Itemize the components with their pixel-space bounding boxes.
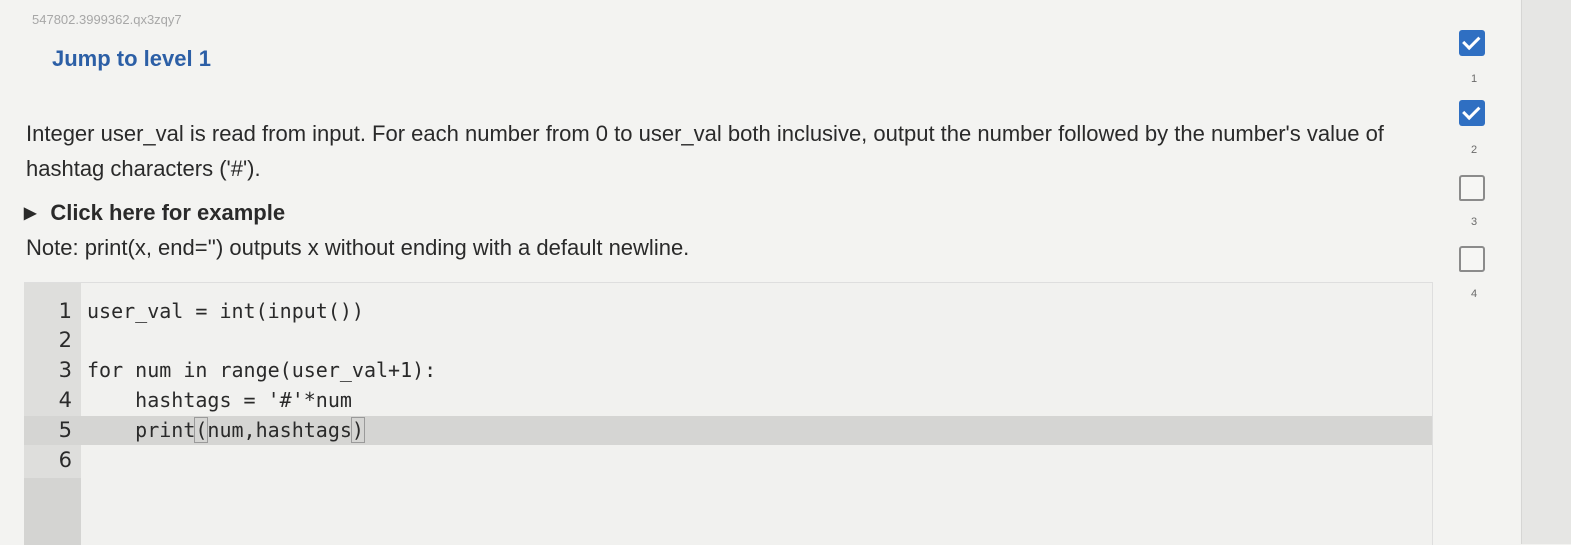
line-number: 4 <box>58 388 72 412</box>
code-segment: print <box>87 418 196 442</box>
level-number: 1 <box>1470 73 1478 85</box>
code-line-4[interactable]: 4 hashtags = '#'*num <box>24 386 1432 415</box>
right-scroll-strip <box>1521 0 1571 544</box>
code-line-3[interactable]: 3 for num in range(user_val+1): <box>24 356 1432 385</box>
checkmark-icon <box>1462 31 1481 51</box>
code-line-6[interactable]: 6 <box>24 446 1432 475</box>
line-number: 2 <box>58 328 72 352</box>
code-line-1[interactable]: 1 user_val = int(input()) <box>24 297 1432 326</box>
checkmark-icon <box>1462 101 1481 121</box>
line-code[interactable]: print(num,hashtags) <box>87 416 365 445</box>
example-toggle-label: Click here for example <box>50 200 286 225</box>
code-editor[interactable]: 1 user_val = int(input()) 2 3 for num in… <box>24 282 1433 545</box>
line-code[interactable]: for num in range(user_val+1): <box>87 356 436 385</box>
level-number: 2 <box>1470 144 1478 156</box>
level-title: Jump to level 1 <box>52 46 211 71</box>
line-code[interactable]: hashtags = '#'*num <box>87 386 352 415</box>
level-number: 4 <box>1470 288 1478 300</box>
matched-open-paren: ( <box>194 417 209 443</box>
line-code[interactable]: user_val = int(input()) <box>87 297 364 326</box>
level-progress: 1 2 3 4 <box>1449 24 1509 314</box>
line-number: 6 <box>58 448 72 472</box>
note-text: Note: print(x, end='') outputs x without… <box>26 235 690 260</box>
code-line-5-active[interactable]: 5 print(num,hashtags) <box>24 416 1432 445</box>
triangle-right-icon: ▶ <box>24 205 37 222</box>
level-3-box[interactable] <box>1459 175 1485 201</box>
line-number: 3 <box>58 358 72 382</box>
matched-close-paren: ) <box>350 417 365 443</box>
gutter-empty-area <box>24 478 81 545</box>
level-number: 3 <box>1470 216 1478 228</box>
example-toggle[interactable]: ▶ Click here for example <box>24 200 285 226</box>
code-line-2[interactable]: 2 <box>24 326 1432 355</box>
level-4-box[interactable] <box>1459 246 1485 272</box>
problem-prompt: Integer user_val is read from input. For… <box>26 121 1384 181</box>
line-number: 1 <box>58 299 72 323</box>
level-2-box[interactable] <box>1459 100 1485 126</box>
activity-id: 547802.3999362.qx3zqy7 <box>32 12 182 27</box>
code-segment: num,hashtags <box>207 418 352 442</box>
level-1-box[interactable] <box>1459 30 1485 56</box>
line-number: 5 <box>58 418 72 442</box>
